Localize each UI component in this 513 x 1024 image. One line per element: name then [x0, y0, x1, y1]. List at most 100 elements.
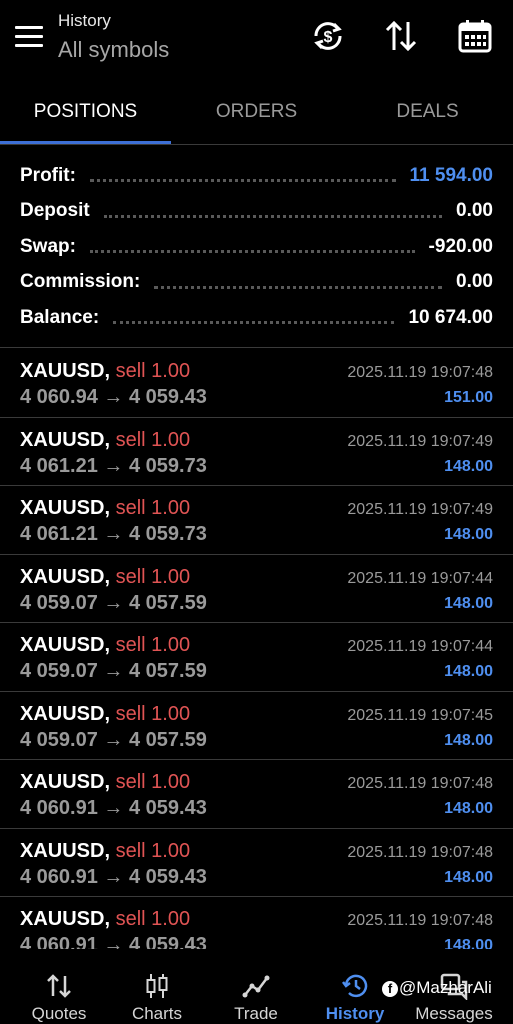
- price-range: 4 060.91 → 4 059.43: [20, 934, 207, 949]
- trade-side: sell 1.00: [115, 428, 191, 451]
- symbol: XAUUSD,: [20, 428, 111, 451]
- timestamp: 2025.11.19 19:07:44: [347, 638, 493, 655]
- timestamp: 2025.11.19 19:07:49: [347, 501, 493, 518]
- nav-trade[interactable]: Trade: [205, 958, 307, 1023]
- trade-side: sell 1.00: [115, 634, 191, 656]
- list-item[interactable]: XAUUSD, sell 1.00 4 059.07 → 4 057.59 20…: [0, 555, 513, 623]
- symbol-filter[interactable]: All symbols: [58, 37, 169, 63]
- trade-side: sell 1.00: [115, 771, 191, 793]
- history-tabs: POSITIONS ORDERS DEALS: [0, 90, 513, 146]
- watermark-text: @MazharAli: [399, 978, 492, 997]
- facebook-icon: f: [382, 980, 398, 997]
- timestamp: 2025.11.19 19:07:48: [347, 912, 493, 929]
- timestamp: 2025.11.19 19:07:48: [347, 843, 493, 861]
- symbol: XAUUSD,: [20, 908, 111, 930]
- price-range: 4 059.07 → 4 057.59: [20, 591, 207, 614]
- timestamp: 2025.11.19 19:07:48: [347, 364, 493, 381]
- summary-panel: Profit: 11 594.00 Deposit 0.00 Swap: -92…: [0, 158, 513, 336]
- timestamp: 2025.11.19 19:07:44: [347, 569, 493, 587]
- symbol: XAUUSD,: [20, 497, 111, 519]
- trade-side: sell 1.00: [115, 839, 191, 862]
- price-range: 4 060.91 → 4 059.43: [20, 797, 207, 819]
- list-item[interactable]: XAUUSD, sell 1.00 4 060.94 → 4 059.43 20…: [0, 349, 513, 418]
- timestamp: 2025.11.19 19:07:49: [347, 432, 493, 450]
- symbol: XAUUSD,: [20, 360, 111, 382]
- quotes-icon: [47, 974, 71, 998]
- trade-side: sell 1.00: [115, 702, 191, 725]
- nav-label: Quotes: [31, 1004, 87, 1023]
- list-item[interactable]: XAUUSD, sell 1.00 4 059.07 → 4 057.59 20…: [0, 692, 513, 760]
- price-range: 4 059.07 → 4 057.59: [20, 728, 207, 751]
- commission-row: Commission: 0.00: [0, 265, 513, 301]
- symbol: XAUUSD,: [20, 771, 111, 793]
- list-item[interactable]: XAUUSD, sell 1.00 4 060.91 → 4 059.43 20…: [0, 760, 513, 829]
- profit-value: 148.00: [444, 457, 493, 475]
- currency-refresh-icon[interactable]: $: [310, 18, 346, 54]
- profit-value: 148.00: [444, 937, 493, 949]
- swap-row: Swap: -920.00: [0, 229, 513, 265]
- list-item[interactable]: XAUUSD, sell 1.00 4 061.21 → 4 059.73 20…: [0, 418, 513, 486]
- nav-label: History: [325, 1004, 385, 1023]
- tab-deals[interactable]: DEALS: [342, 90, 513, 144]
- trade-side: sell 1.00: [115, 360, 191, 382]
- symbol: XAUUSD,: [20, 702, 111, 725]
- deposit-label: Deposit: [20, 200, 90, 222]
- app-header: History All symbols $: [0, 0, 513, 80]
- nav-label: Trade: [234, 1004, 278, 1023]
- profit-value: 151.00: [444, 389, 493, 406]
- charts-icon: [146, 974, 168, 998]
- deposit-value: 0.00: [456, 200, 493, 222]
- profit-value: 11 594.00: [409, 164, 493, 186]
- swap-label: Swap:: [20, 235, 76, 257]
- profit-value: 148.00: [444, 868, 493, 886]
- profit-value: 148.00: [444, 731, 493, 749]
- symbol: XAUUSD,: [20, 839, 111, 862]
- history-icon: [342, 974, 368, 998]
- timestamp: 2025.11.19 19:07:48: [347, 775, 493, 792]
- nav-label: Charts: [131, 1004, 183, 1023]
- balance-value: 10 674.00: [408, 306, 493, 328]
- tabs-divider: [0, 144, 513, 145]
- page-title: History: [58, 11, 111, 30]
- timestamp: 2025.11.19 19:07:45: [347, 706, 493, 724]
- tab-positions[interactable]: POSITIONS: [0, 90, 171, 144]
- trade-side: sell 1.00: [115, 497, 191, 519]
- calendar-icon[interactable]: [457, 18, 493, 54]
- symbol: XAUUSD,: [20, 634, 111, 656]
- symbol: XAUUSD,: [20, 565, 111, 588]
- profit-value: 148.00: [444, 594, 493, 612]
- watermark: f @MazharAli: [382, 978, 492, 998]
- swap-value: -920.00: [428, 235, 493, 257]
- balance-label: Balance:: [20, 306, 100, 328]
- price-range: 4 059.07 → 4 057.59: [20, 660, 207, 682]
- nav-label: Messages: [415, 1004, 493, 1023]
- dot-leader: [89, 177, 396, 183]
- price-range: 4 061.21 → 4 059.73: [20, 523, 207, 545]
- balance-row: Balance: 10 674.00: [0, 300, 513, 336]
- commission-label: Commission:: [20, 271, 141, 293]
- profit-value: 148.00: [444, 663, 493, 680]
- price-range: 4 060.94 → 4 059.43: [20, 386, 207, 408]
- deposit-row: Deposit 0.00: [0, 194, 513, 230]
- list-item[interactable]: XAUUSD, sell 1.00 4 061.21 → 4 059.73 20…: [0, 486, 513, 555]
- dot-leader: [103, 213, 443, 218]
- menu-icon[interactable]: [15, 26, 43, 48]
- trade-icon: [242, 975, 270, 998]
- nav-quotes[interactable]: Quotes: [8, 958, 110, 1023]
- trade-side: sell 1.00: [115, 908, 191, 930]
- dot-leader: [89, 248, 415, 254]
- list-item[interactable]: XAUUSD, sell 1.00 4 060.91 → 4 059.43 20…: [0, 829, 513, 897]
- commission-value: 0.00: [456, 271, 493, 293]
- list-item[interactable]: XAUUSD, sell 1.00 4 059.07 → 4 057.59 20…: [0, 623, 513, 692]
- tab-orders[interactable]: ORDERS: [171, 90, 342, 144]
- profit-value: 148.00: [444, 800, 493, 817]
- sort-icon[interactable]: [383, 18, 419, 54]
- profit-value: 148.00: [444, 526, 493, 543]
- summary-divider: [0, 347, 513, 348]
- price-range: 4 061.21 → 4 059.73: [20, 454, 207, 477]
- price-range: 4 060.91 → 4 059.43: [20, 865, 207, 888]
- nav-charts[interactable]: Charts: [106, 958, 208, 1023]
- list-item[interactable]: XAUUSD, sell 1.00 4 060.91 → 4 059.43 20…: [0, 897, 513, 949]
- positions-list[interactable]: XAUUSD, sell 1.00 4 060.94 → 4 059.43 20…: [0, 349, 513, 949]
- svg-text:$: $: [324, 29, 333, 46]
